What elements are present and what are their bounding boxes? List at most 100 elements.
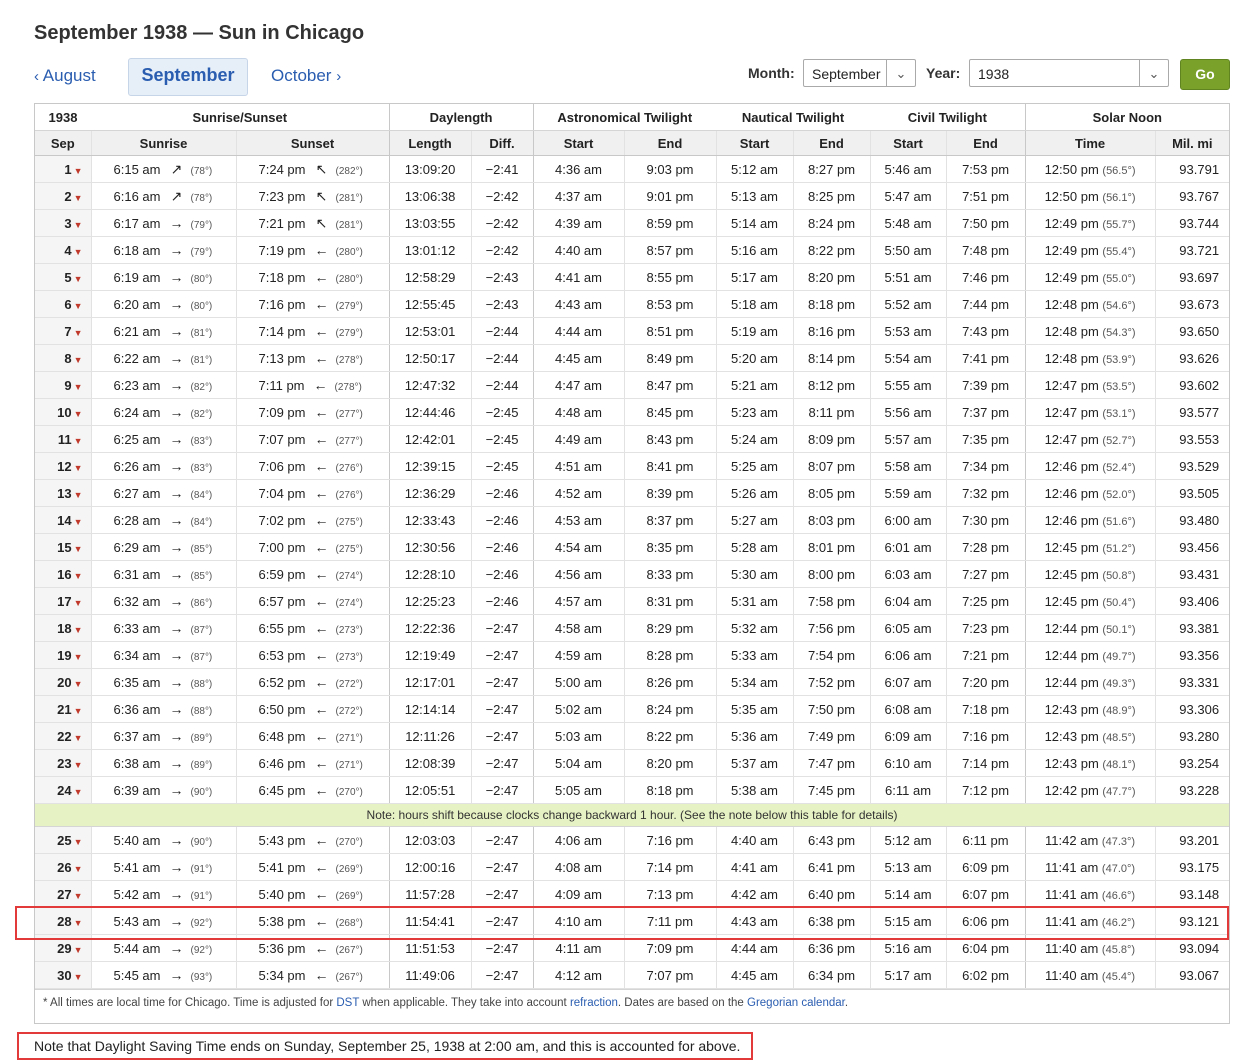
year-input[interactable]: 1938 ⌄ xyxy=(969,59,1169,87)
sunset-cell: 7:00 pm ← (275°) xyxy=(235,533,390,561)
civil-start-cell: 5:53 am xyxy=(869,317,947,345)
day-cell[interactable]: 11 ▼ xyxy=(35,425,91,453)
sunrise-cell: 6:31 am → (85°) xyxy=(90,560,236,588)
nautical-end-cell: 8:22 pm xyxy=(792,236,871,264)
solar-noon-time: 12:47 pm xyxy=(1044,431,1099,447)
astro-end-cell: 8:28 pm xyxy=(623,641,717,669)
distance-cell: 93.280 xyxy=(1154,722,1230,750)
day-cell[interactable]: 3 ▼ xyxy=(35,209,91,237)
nautical-end-cell: 7:50 pm xyxy=(792,695,871,723)
day-cell[interactable]: 21 ▼ xyxy=(35,695,91,723)
day-cell[interactable]: 2 ▼ xyxy=(35,182,91,210)
caret-down-icon: ▼ xyxy=(73,381,83,392)
astro-end-cell: 8:22 pm xyxy=(623,722,717,750)
daylength-cell: 12:17:01 xyxy=(388,668,472,696)
gregorian-calendar-link[interactable]: Gregorian calendar xyxy=(747,997,845,1009)
day-cell[interactable]: 22 ▼ xyxy=(35,722,91,750)
astro-end-cell: 8:51 pm xyxy=(623,317,717,345)
sun-direction-icon: ← xyxy=(314,755,329,771)
table-row: 30 ▼ 5:45 am → (93°) 5:34 pm ← (267°) 11:49:06 −2… xyxy=(35,961,1230,989)
sunrise-time: 6:34 am xyxy=(113,648,161,663)
day-cell[interactable]: 20 ▼ xyxy=(35,668,91,696)
dst-link[interactable]: DST xyxy=(336,997,359,1009)
next-month-link[interactable]: October › xyxy=(271,66,341,86)
day-cell[interactable]: 15 ▼ xyxy=(35,533,91,561)
go-button[interactable]: Go xyxy=(1180,59,1230,90)
sun-direction-icon: ← xyxy=(314,782,329,798)
day-cell[interactable]: 25 ▼ xyxy=(35,826,91,854)
day-cell[interactable]: 23 ▼ xyxy=(35,749,91,777)
chevron-left-icon: ‹ xyxy=(34,68,39,85)
astro-start-cell: 4:54 am xyxy=(532,533,625,561)
day-cell[interactable]: 17 ▼ xyxy=(35,587,91,615)
day-cell[interactable]: 13 ▼ xyxy=(35,479,91,507)
caret-down-icon: ▼ xyxy=(73,246,83,257)
caret-down-icon: ▼ xyxy=(73,516,83,527)
caret-down-icon: ▼ xyxy=(73,462,83,473)
refraction-link[interactable]: refraction xyxy=(570,997,618,1009)
day-cell[interactable]: 9 ▼ xyxy=(35,371,91,399)
day-cell[interactable]: 10 ▼ xyxy=(35,398,91,426)
day-cell[interactable]: 6 ▼ xyxy=(35,290,91,318)
sunrise-time: 6:38 am xyxy=(113,756,161,771)
day-cell[interactable]: 7 ▼ xyxy=(35,317,91,345)
day-cell[interactable]: 26 ▼ xyxy=(35,853,91,881)
sunset-cell: 7:18 pm ← (280°) xyxy=(235,263,390,291)
solar-noon-time: 12:45 pm xyxy=(1044,539,1099,555)
sun-direction-icon: → xyxy=(169,967,184,983)
day-cell[interactable]: 1 ▼ xyxy=(35,155,91,183)
sunrise-azimuth: (78°) xyxy=(190,165,213,177)
sun-direction-icon: → xyxy=(169,215,184,231)
day-number: 9 xyxy=(64,377,72,393)
sunrise-cell: 6:37 am → (89°) xyxy=(90,722,236,750)
day-cell[interactable]: 5 ▼ xyxy=(35,263,91,291)
solar-noon-cell: 12:44 pm (50.1°) xyxy=(1024,614,1156,642)
sunrise-cell: 5:40 am → (90°) xyxy=(90,826,236,854)
astro-start-cell: 4:49 am xyxy=(532,425,625,453)
daylength-cell: 12:19:49 xyxy=(388,641,472,669)
daylength-cell: 12:58:29 xyxy=(388,263,472,291)
astro-end-cell: 8:59 pm xyxy=(623,209,717,237)
solar-noon-time: 12:48 pm xyxy=(1044,350,1099,366)
day-cell[interactable]: 16 ▼ xyxy=(35,560,91,588)
sunrise-azimuth: (78°) xyxy=(190,192,213,204)
solar-noon-time: 12:46 pm xyxy=(1044,458,1099,474)
civil-start-cell: 6:08 am xyxy=(869,695,947,723)
sunrise-azimuth: (80°) xyxy=(190,274,213,285)
sunrise-time: 5:44 am xyxy=(113,941,161,956)
month-select[interactable]: September ⌄ xyxy=(803,59,916,87)
civil-end-cell: 7:43 pm xyxy=(945,317,1026,345)
sun-direction-icon: → xyxy=(169,728,184,744)
day-cell[interactable]: 18 ▼ xyxy=(35,614,91,642)
day-cell[interactable]: 24 ▼ xyxy=(35,776,91,804)
day-cell[interactable]: 12 ▼ xyxy=(35,452,91,480)
sun-direction-icon: → xyxy=(169,242,184,258)
caret-down-icon: ▼ xyxy=(73,435,83,446)
table-row: 22 ▼ 6:37 am → (89°) 6:48 pm ← (271°) 12:11:26 −2… xyxy=(35,722,1230,750)
day-cell[interactable]: 8 ▼ xyxy=(35,344,91,372)
day-cell[interactable]: 4 ▼ xyxy=(35,236,91,264)
solar-noon-time: 12:45 pm xyxy=(1044,566,1099,582)
prev-month-link[interactable]: ‹ August xyxy=(34,66,96,86)
solar-noon-altitude: (52.4°) xyxy=(1102,461,1136,474)
civil-end-cell: 7:23 pm xyxy=(945,614,1026,642)
sun-direction-icon: ← xyxy=(314,728,329,744)
sunset-azimuth: (276°) xyxy=(335,463,363,474)
astro-end-cell: 8:31 pm xyxy=(623,587,717,615)
sun-direction-icon: → xyxy=(169,859,184,875)
day-cell[interactable]: 30 ▼ xyxy=(35,961,91,989)
civil-end-cell: 6:11 pm xyxy=(945,826,1026,854)
daylength-cell: 12:11:26 xyxy=(388,722,472,750)
sunrise-azimuth: (89°) xyxy=(190,760,213,771)
day-cell[interactable]: 19 ▼ xyxy=(35,641,91,669)
astronomical-twilight-header: Astronomical Twilight xyxy=(532,104,717,131)
civil-start-cell: 5:12 am xyxy=(869,826,947,854)
day-cell[interactable]: 27 ▼ xyxy=(35,880,91,908)
solar-noon-time: 12:43 pm xyxy=(1044,755,1099,771)
sunset-azimuth: (274°) xyxy=(335,571,363,582)
day-cell[interactable]: 14 ▼ xyxy=(35,506,91,534)
solar-noon-time: 12:45 pm xyxy=(1044,593,1099,609)
diff-cell: −2:44 xyxy=(470,317,534,345)
day-number: 4 xyxy=(64,242,72,258)
daylength-cell: 12:25:23 xyxy=(388,587,472,615)
